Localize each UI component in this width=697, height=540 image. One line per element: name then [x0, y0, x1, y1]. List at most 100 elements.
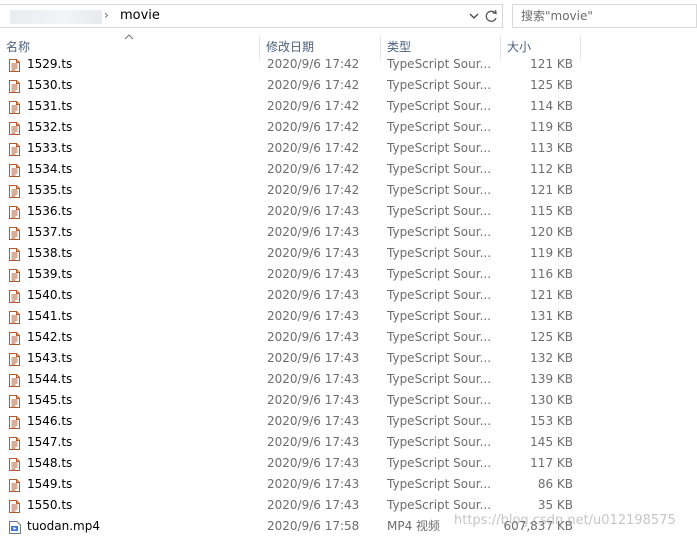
file-row[interactable]: 1550.ts 2020/9/6 17:43 TypeScript Sour... 3… — [0, 495, 697, 516]
file-name: tuodan.mp4 — [27, 519, 100, 533]
file-name: 1535.ts — [27, 183, 73, 197]
file-row[interactable]: 1535.ts 2020/9/6 17:42 TypeScript Sour... 1… — [0, 180, 697, 201]
blurred-path-segment — [10, 10, 102, 24]
file-date-modified: 2020/9/6 17:43 — [267, 393, 360, 407]
file-type: TypeScript Sour... — [387, 99, 490, 113]
file-row[interactable]: 1547.ts 2020/9/6 17:43 TypeScript Sour... 1… — [0, 432, 697, 453]
file-size: 119 KB — [530, 120, 573, 134]
file-size: 121 KB — [530, 57, 573, 71]
file-row[interactable]: 1540.ts 2020/9/6 17:43 TypeScript Sour... 1… — [0, 285, 697, 306]
video-file-icon — [9, 520, 21, 534]
address-bar[interactable]: › movie — [0, 4, 503, 28]
refresh-icon[interactable] — [483, 7, 500, 25]
file-type: TypeScript Sour... — [387, 57, 490, 71]
text-file-icon — [9, 478, 20, 492]
file-date-modified: 2020/9/6 17:43 — [267, 414, 360, 428]
file-type: TypeScript Sour... — [387, 498, 490, 512]
sort-ascending-icon — [124, 33, 134, 43]
file-date-modified: 2020/9/6 17:43 — [267, 351, 360, 365]
file-date-modified: 2020/9/6 17:43 — [267, 225, 360, 239]
text-file-icon — [9, 79, 20, 93]
file-row[interactable]: 1531.ts 2020/9/6 17:42 TypeScript Sour... 1… — [0, 96, 697, 117]
file-row[interactable]: 1542.ts 2020/9/6 17:43 TypeScript Sour... 1… — [0, 327, 697, 348]
file-name: 1534.ts — [27, 162, 73, 176]
file-row[interactable]: 1530.ts 2020/9/6 17:42 TypeScript Sour... 1… — [0, 75, 697, 96]
search-input[interactable] — [521, 8, 691, 24]
file-date-modified: 2020/9/6 17:42 — [267, 141, 360, 155]
text-file-icon — [9, 100, 20, 114]
file-date-modified: 2020/9/6 17:43 — [267, 246, 360, 260]
file-type: TypeScript Sour... — [387, 456, 490, 470]
file-date-modified: 2020/9/6 17:42 — [267, 162, 360, 176]
file-size: 131 KB — [530, 309, 573, 323]
file-row[interactable]: 1548.ts 2020/9/6 17:43 TypeScript Sour... 1… — [0, 453, 697, 474]
text-file-icon — [9, 310, 20, 324]
file-name: 1540.ts — [27, 288, 73, 302]
file-date-modified: 2020/9/6 17:43 — [267, 456, 360, 470]
file-type: TypeScript Sour... — [387, 435, 490, 449]
file-name: 1543.ts — [27, 351, 73, 365]
file-row[interactable]: 1543.ts 2020/9/6 17:43 TypeScript Sour... 1… — [0, 348, 697, 369]
file-size: 117 KB — [530, 456, 573, 470]
text-file-icon — [9, 226, 20, 240]
file-date-modified: 2020/9/6 17:43 — [267, 204, 360, 218]
file-row[interactable]: 1545.ts 2020/9/6 17:43 TypeScript Sour... 1… — [0, 390, 697, 411]
file-date-modified: 2020/9/6 17:43 — [267, 330, 360, 344]
address-toolbar: › movie — [0, 0, 697, 33]
file-row[interactable]: 1538.ts 2020/9/6 17:43 TypeScript Sour... 1… — [0, 243, 697, 264]
file-size: 86 KB — [537, 477, 573, 491]
file-size: 116 KB — [530, 267, 573, 281]
file-type: TypeScript Sour... — [387, 141, 490, 155]
file-type: TypeScript Sour... — [387, 414, 490, 428]
breadcrumb-current-folder[interactable]: movie — [120, 8, 160, 23]
file-name: 1539.ts — [27, 267, 73, 281]
file-row[interactable]: 1533.ts 2020/9/6 17:42 TypeScript Sour... 1… — [0, 138, 697, 159]
file-type: TypeScript Sour... — [387, 351, 490, 365]
file-type: TypeScript Sour... — [387, 246, 490, 260]
text-file-icon — [9, 247, 20, 261]
file-size: 130 KB — [530, 393, 573, 407]
file-row[interactable]: 1546.ts 2020/9/6 17:43 TypeScript Sour... 1… — [0, 411, 697, 432]
file-date-modified: 2020/9/6 17:58 — [267, 519, 360, 533]
file-size: 121 KB — [530, 183, 573, 197]
file-type: TypeScript Sour... — [387, 393, 490, 407]
search-box[interactable] — [512, 4, 697, 28]
file-type: TypeScript Sour... — [387, 204, 490, 218]
file-name: 1548.ts — [27, 456, 73, 470]
file-row[interactable]: 1544.ts 2020/9/6 17:43 TypeScript Sour... 1… — [0, 369, 697, 390]
file-row[interactable]: 1529.ts 2020/9/6 17:42 TypeScript Sour... 1… — [0, 54, 697, 75]
file-row[interactable]: 1536.ts 2020/9/6 17:43 TypeScript Sour... 1… — [0, 201, 697, 222]
file-type: TypeScript Sour... — [387, 225, 490, 239]
text-file-icon — [9, 121, 20, 135]
file-date-modified: 2020/9/6 17:42 — [267, 183, 360, 197]
file-name: 1550.ts — [27, 498, 73, 512]
file-explorer-window: › movie 名称 修改日期 类型 大小 — [0, 0, 697, 540]
file-size: 114 KB — [530, 99, 573, 113]
file-row[interactable]: 1537.ts 2020/9/6 17:43 TypeScript Sour... 1… — [0, 222, 697, 243]
file-type: TypeScript Sour... — [387, 78, 490, 92]
breadcrumb-separator[interactable]: › — [104, 8, 109, 22]
file-row[interactable]: tuodan.mp4 2020/9/6 17:58 MP4 视频 607,837 KB — [0, 516, 697, 537]
file-row[interactable]: 1549.ts 2020/9/6 17:43 TypeScript Sour... 8… — [0, 474, 697, 495]
file-row[interactable]: 1541.ts 2020/9/6 17:43 TypeScript Sour... 1… — [0, 306, 697, 327]
text-file-icon — [9, 142, 20, 156]
file-date-modified: 2020/9/6 17:43 — [267, 435, 360, 449]
file-name: 1531.ts — [27, 99, 73, 113]
file-name: 1549.ts — [27, 477, 73, 491]
chevron-down-icon[interactable] — [466, 7, 482, 25]
file-row[interactable]: 1532.ts 2020/9/6 17:42 TypeScript Sour... 1… — [0, 117, 697, 138]
file-size: 139 KB — [530, 372, 573, 386]
file-size: 153 KB — [530, 414, 573, 428]
file-row[interactable]: 1539.ts 2020/9/6 17:43 TypeScript Sour... 1… — [0, 264, 697, 285]
text-file-icon — [9, 415, 20, 429]
file-size: 607,837 KB — [503, 519, 573, 533]
file-row[interactable]: 1534.ts 2020/9/6 17:42 TypeScript Sour... 1… — [0, 159, 697, 180]
file-date-modified: 2020/9/6 17:43 — [267, 309, 360, 323]
file-date-modified: 2020/9/6 17:42 — [267, 120, 360, 134]
file-size: 125 KB — [530, 78, 573, 92]
text-file-icon — [9, 331, 20, 345]
file-size: 35 KB — [537, 498, 573, 512]
file-type: TypeScript Sour... — [387, 162, 490, 176]
text-file-icon — [9, 289, 20, 303]
file-name: 1541.ts — [27, 309, 73, 323]
